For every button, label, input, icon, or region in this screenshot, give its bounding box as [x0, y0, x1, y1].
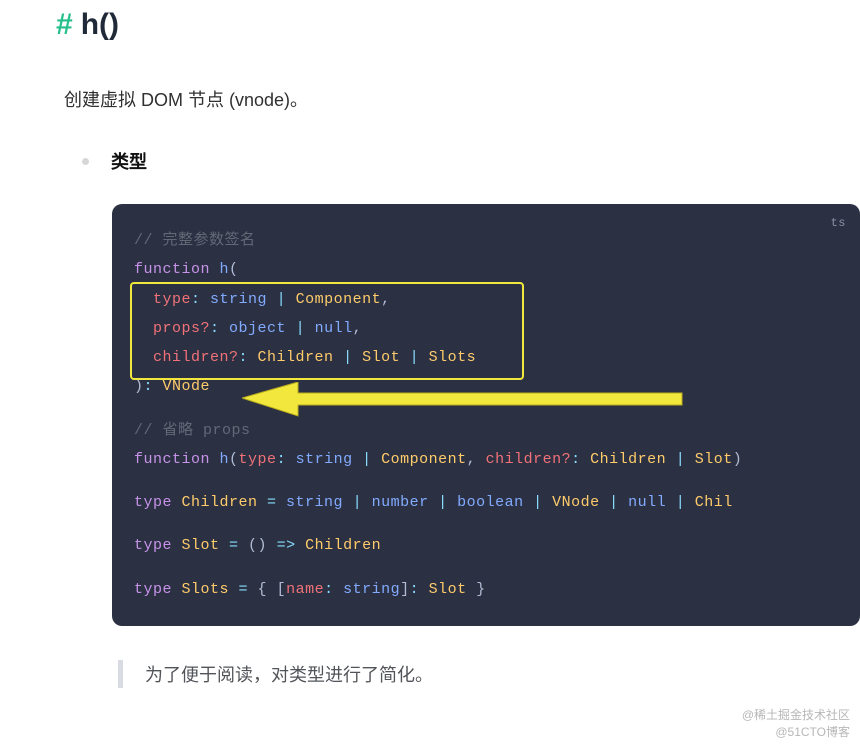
lang-tag: ts [831, 212, 846, 235]
code-line: type: string | Component, [134, 285, 840, 314]
code-block[interactable]: ts // 完整参数签名 function h( type: string | … [112, 204, 860, 626]
note-text: 为了便于阅读，对类型进行了简化。 [145, 661, 433, 687]
code-line: props?: object | null, [134, 314, 840, 343]
code-line: // 完整参数签名 [134, 226, 840, 255]
code-line: type Slot = () => Children [134, 531, 840, 560]
page-title: h() [81, 8, 119, 42]
code-line: type Slots = { [name: string]: Slot } [134, 575, 840, 604]
section-bullet: 类型 [0, 148, 860, 174]
code-line: function h( [134, 255, 840, 284]
page-description: 创建虚拟 DOM 节点 (vnode)。 [0, 86, 860, 112]
bullet-dot-icon [82, 158, 89, 165]
code-line: // 省略 props [134, 416, 840, 445]
watermark: @稀土掘金技术社区 @51CTO博客 [742, 707, 850, 741]
page-title-row: # h() [0, 8, 860, 42]
note-block: 为了便于阅读，对类型进行了简化。 [118, 660, 860, 688]
page-root: # h() 创建虚拟 DOM 节点 (vnode)。 类型 ts // 完整参数… [0, 0, 860, 688]
code-line: type Children = string | number | boolea… [134, 488, 840, 517]
code-line: children?: Children | Slot | Slots [134, 343, 840, 372]
code-line: function h(type: string | Component, chi… [134, 445, 840, 474]
section-heading: 类型 [111, 148, 147, 174]
blockquote-bar-icon [118, 660, 123, 688]
code-line: ): VNode [134, 372, 840, 401]
watermark-line: @稀土掘金技术社区 [742, 707, 850, 724]
watermark-line: @51CTO博客 [742, 724, 850, 741]
anchor-hash-icon[interactable]: # [56, 8, 73, 42]
